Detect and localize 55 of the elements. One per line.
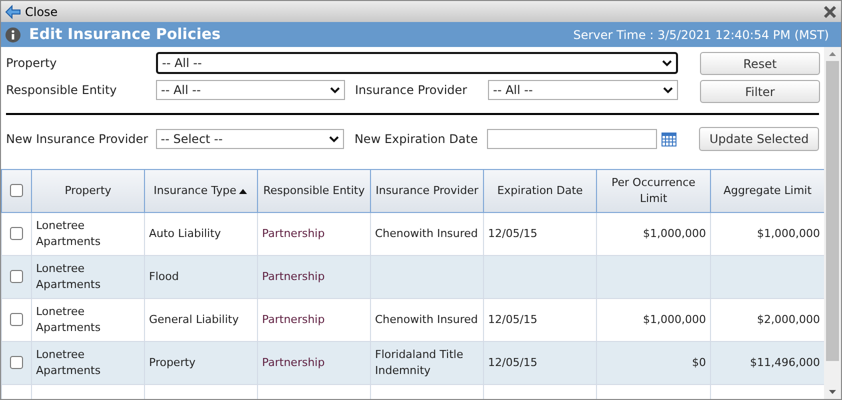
column-header[interactable]: Property (64, 182, 112, 200)
property-label: Property (6, 55, 58, 72)
insurance-provider-label: Insurance Provider (355, 82, 468, 99)
table-cell: Lonetree Apartments (36, 218, 101, 248)
insurance-provider-select[interactable]: -- All -- (488, 80, 678, 100)
row-checkbox[interactable] (10, 270, 23, 284)
table-cell: Floridaland Title Indemnity (375, 348, 464, 377)
calendar-icon[interactable] (661, 131, 678, 147)
table-cell: $11,496,000 (750, 356, 820, 369)
table-cell: Property (149, 356, 196, 369)
table-cell: Lonetree Apartments (36, 348, 101, 377)
table-cell: Chenowith Insured (375, 226, 478, 240)
scrollbar[interactable] (824, 47, 841, 399)
table-cell: $2,000,000 (757, 312, 820, 326)
new-provider-select[interactable]: -- Select -- (156, 129, 344, 149)
responsible-entity-label: Responsible Entity (6, 82, 118, 99)
table-cell: $1,000,000 (643, 226, 706, 240)
table-cell: Auto Liability (149, 226, 221, 240)
update-selected-button[interactable]: Update Selected (699, 127, 819, 151)
table-cell: $0 (692, 356, 706, 369)
reset-button[interactable]: Reset (700, 52, 820, 75)
table-cell: Chenowith Insured (375, 312, 478, 326)
filter-button[interactable]: Filter (700, 80, 820, 103)
table-cell: Partnership (262, 270, 325, 283)
row-checkbox[interactable] (10, 313, 23, 326)
table-cell: Lonetree Apartments (36, 304, 101, 334)
caret-icon (329, 136, 340, 142)
select-all-checkbox[interactable] (10, 184, 23, 198)
caret-icon (663, 86, 673, 94)
info-icon (5, 26, 21, 42)
responsible-entity-select[interactable]: -- All -- (156, 80, 345, 100)
dialog-title: Edit Insurance Policies (29, 24, 221, 46)
new-expiration-label: New Expiration Date (354, 131, 479, 148)
caret-icon (330, 86, 340, 94)
new-provider-label: New Insurance Provider (6, 131, 150, 148)
back-arrow-icon (5, 4, 21, 18)
table-cell: $1,000,000 (643, 312, 706, 326)
expiration-date-field[interactable] (487, 129, 658, 149)
close-button[interactable]: Close (5, 2, 58, 20)
close-icon[interactable] (823, 4, 837, 18)
table-cell: 12/05/15 (488, 226, 538, 240)
table-cell: Flood (149, 270, 179, 283)
table-cell: Partnership (262, 356, 325, 369)
table-cell: 12/05/15 (488, 356, 538, 369)
table-cell: Partnership (262, 226, 325, 240)
table-cell: Lonetree Apartments (36, 262, 101, 291)
table-cell: $1,000,000 (757, 226, 820, 240)
table-cell: Partnership (262, 312, 325, 326)
row-checkbox[interactable] (10, 356, 23, 370)
table-cell: 12/05/15 (488, 312, 538, 326)
server-time: Server Time : 3/5/2021 12:40:54 PM (MST) (573, 26, 830, 44)
caret-icon (662, 60, 672, 66)
property-select[interactable]: -- All -- (156, 52, 678, 74)
row-checkbox[interactable] (10, 227, 23, 240)
table-cell: General Liability (149, 312, 239, 326)
